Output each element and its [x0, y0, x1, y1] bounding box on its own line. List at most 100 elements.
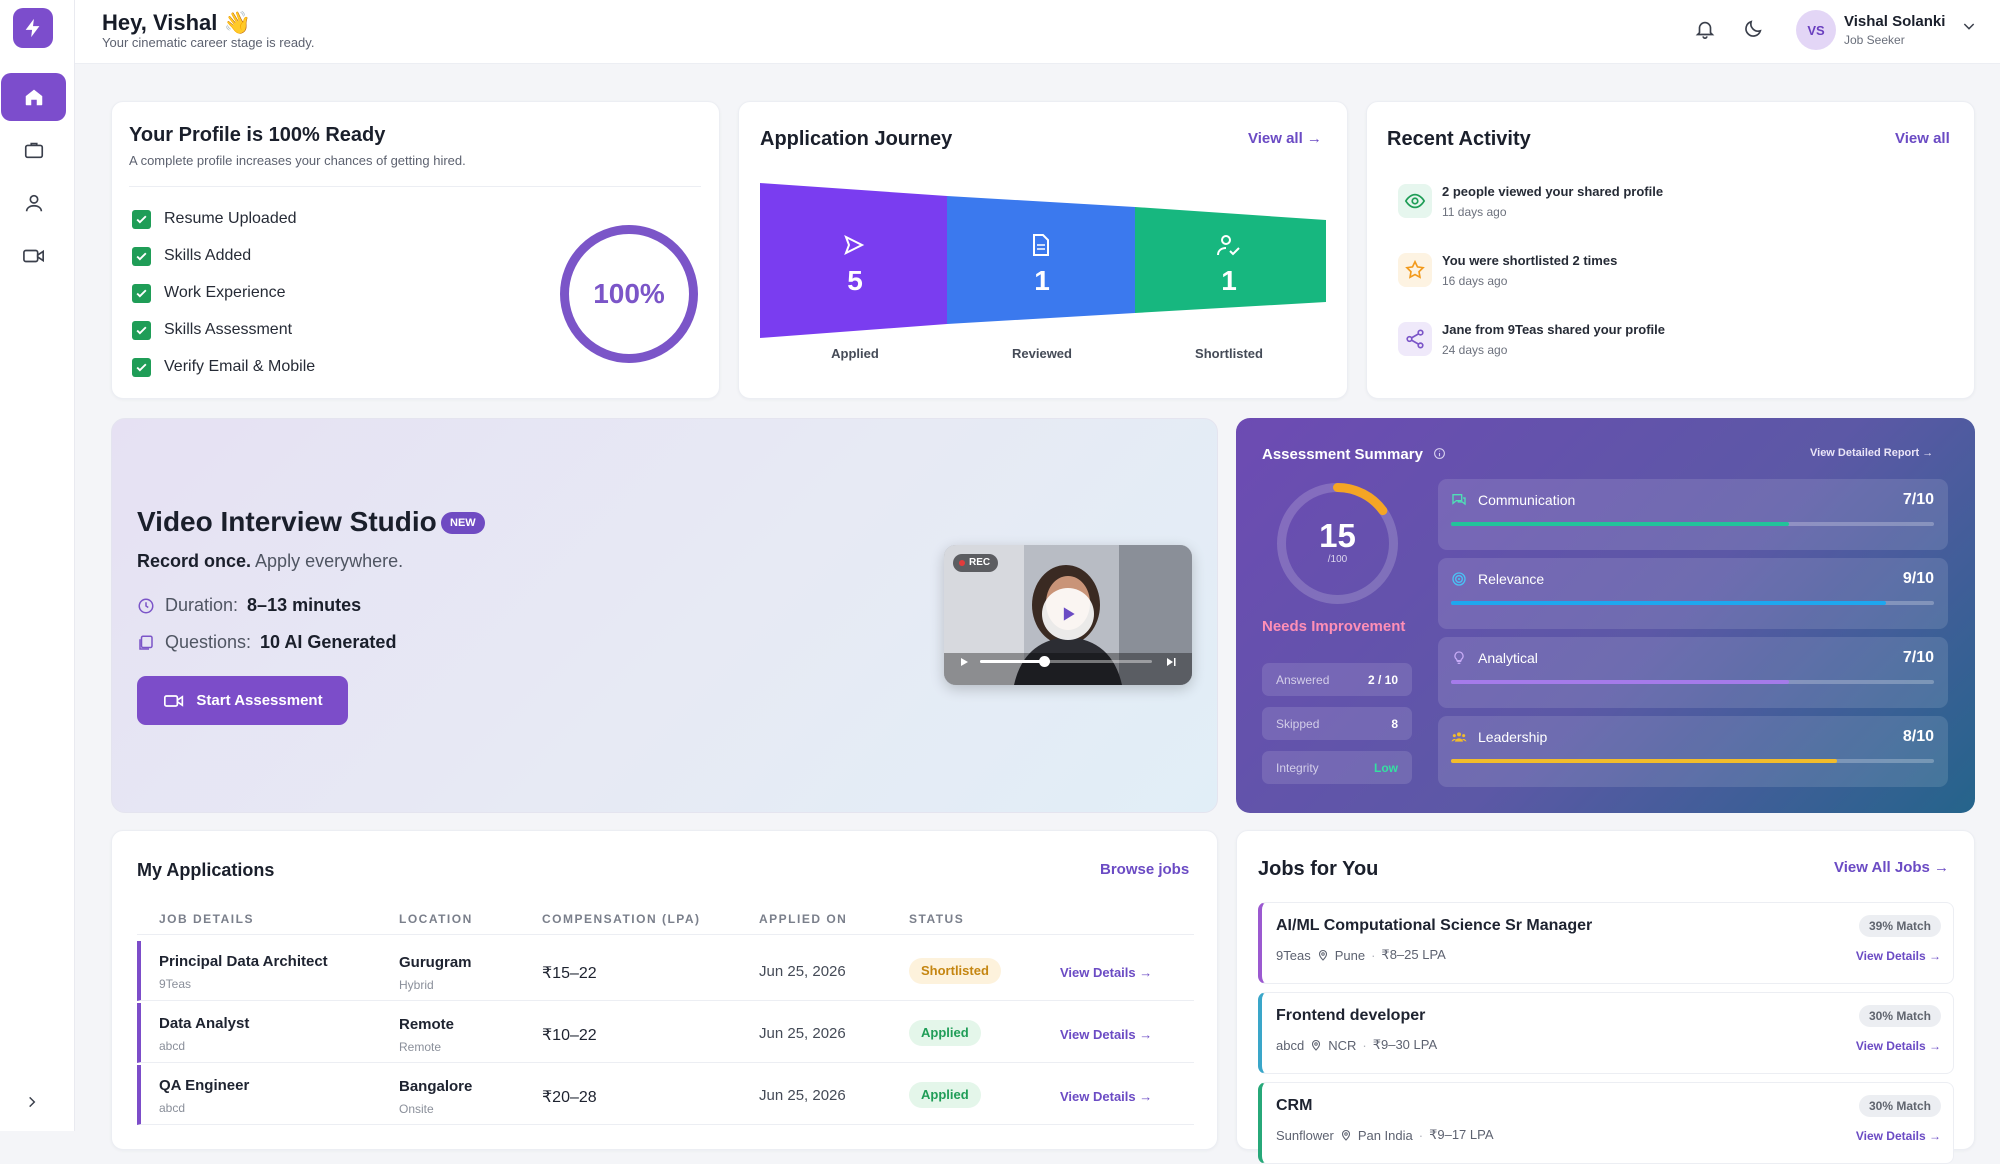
stat-answered: Answered 2 / 10 [1262, 663, 1412, 696]
eye-icon [1398, 184, 1432, 218]
separator-dot: · [1371, 947, 1376, 963]
play-icon [1063, 607, 1075, 621]
skill-leadership: Leadership 8/10 [1438, 716, 1948, 787]
video-progress-bar[interactable] [980, 656, 1152, 667]
theme-toggle-button[interactable] [1740, 16, 1766, 42]
nav-video[interactable] [1, 232, 66, 280]
job-meta: 9Teas Pune · ₹8–25 LPA [1276, 947, 1446, 963]
nav-jobs[interactable] [1, 126, 66, 174]
job-role[interactable]: Principal Data Architect [159, 953, 328, 970]
info-icon[interactable] [1433, 447, 1446, 460]
stat-label: Skipped [1276, 716, 1320, 731]
play-button[interactable] [1042, 588, 1094, 640]
job-company: 9Teas [1276, 947, 1311, 963]
location-value: Remote [399, 1016, 455, 1033]
checkbox-checked-icon [132, 246, 151, 266]
view-details-link[interactable]: View Details → [1856, 1129, 1941, 1143]
assessment-title-text: Assessment Summary [1262, 446, 1423, 463]
questions-icon [139, 635, 153, 650]
applied-label: Applied [831, 346, 879, 361]
stat-value: 8 [1391, 716, 1398, 731]
job-title[interactable]: CRM [1276, 1097, 1312, 1115]
compensation: ₹15–22 [542, 965, 597, 982]
questions-label: Questions: [165, 632, 252, 652]
activity-item-title: 2 people viewed your shared profile [1442, 184, 1664, 199]
skill-score: 7/10 [1902, 491, 1934, 508]
play-small-icon[interactable] [958, 656, 970, 668]
notifications-button[interactable] [1692, 16, 1718, 42]
greeting-subtitle: Your cinematic career stage is ready. [102, 35, 315, 50]
stat-value: 2 / 10 [1367, 672, 1398, 687]
checklist-label: Skills Added [164, 247, 252, 264]
job-company: abcd [159, 1101, 186, 1115]
user-menu-toggle[interactable] [1961, 18, 1977, 39]
journey-view-all-link[interactable]: View all → [1248, 130, 1322, 147]
checklist-label: Work Experience [164, 284, 286, 301]
rec-dot [959, 560, 965, 566]
view-details-link[interactable]: View Details → [1060, 1089, 1152, 1104]
job-card[interactable]: CRM Sunflower Pan India · ₹9–17 LPA 30% Match… [1258, 1082, 1954, 1164]
col-compensation: COMPENSATION (LPA) [542, 912, 701, 926]
activity-item-time: 24 days ago [1442, 343, 1508, 357]
job-meta: Sunflower Pan India · ₹9–17 LPA [1276, 1127, 1494, 1143]
location-pin-icon [1318, 949, 1327, 961]
view-details-link[interactable]: View Details → [1856, 1039, 1941, 1053]
job-role[interactable]: Data Analyst [159, 1015, 249, 1032]
video-camera-icon [164, 694, 184, 707]
status-badge: Shortlisted [909, 958, 1001, 984]
skill-analytical: Analytical 7/10 [1438, 637, 1948, 708]
new-badge: NEW [441, 512, 485, 534]
start-assessment-button[interactable]: Start Assessment [137, 676, 348, 725]
reviewed-label: Reviewed [1012, 346, 1072, 361]
job-title[interactable]: Frontend developer [1276, 1007, 1425, 1025]
job-title[interactable]: AI/ML Computational Science Sr Manager [1276, 917, 1592, 935]
video-preview[interactable]: REC [944, 545, 1192, 685]
job-company: abcd [159, 1039, 186, 1053]
nav-home[interactable] [1, 73, 66, 121]
view-all-jobs-link[interactable]: View All Jobs → [1834, 859, 1949, 876]
activity-view-all-link[interactable]: View all [1895, 130, 1950, 147]
location-value: Bangalore [399, 1078, 473, 1095]
reviewed-count: 1 [1034, 265, 1050, 296]
questions-row: Questions: 10 AI Generated [137, 632, 396, 653]
job-card[interactable]: Frontend developer abcd NCR · ₹9–30 LPA 30% M… [1258, 992, 1954, 1074]
work-mode: Onsite [399, 1102, 434, 1116]
applied-count: 5 [847, 265, 863, 296]
applied-date: Jun 25, 2026 [759, 1087, 846, 1104]
chevron-right-icon [29, 1096, 36, 1108]
stat-integrity: Integrity Low [1262, 751, 1412, 784]
chat-icon [1452, 494, 1466, 506]
star-icon [1398, 253, 1432, 287]
skip-forward-icon[interactable] [1165, 656, 1177, 668]
job-company: Sunflower [1276, 1127, 1334, 1143]
job-location: Remote [399, 1016, 454, 1033]
compensation: ₹10–22 [542, 1027, 597, 1044]
greeting: Hey, Vishal 👋 [102, 10, 251, 35]
user-role: Job Seeker [1844, 33, 1905, 47]
checkbox-checked-icon [132, 320, 151, 340]
view-details-link[interactable]: View Details → [1856, 949, 1941, 963]
skill-name: Relevance [1478, 571, 1545, 587]
skill-name: Analytical [1478, 650, 1538, 666]
col-status: STATUS [909, 912, 965, 926]
row-frame [137, 1065, 1194, 1125]
checklist-item: Work Experience [132, 282, 286, 304]
view-detailed-report-link[interactable]: View Detailed Report → [1810, 447, 1933, 459]
job-company: abcd [1276, 1037, 1305, 1053]
avatar[interactable]: VS [1796, 10, 1836, 50]
questions-value: 10 AI Generated [260, 632, 397, 652]
share-icon [1398, 322, 1432, 356]
app-logo[interactable] [13, 8, 53, 48]
top-bar: Hey, Vishal 👋 Your cinematic career stag… [75, 0, 2000, 64]
match-badge: 30% Match [1858, 1095, 1941, 1117]
job-card[interactable]: AI/ML Computational Science Sr Manager 9T… [1258, 902, 1954, 984]
expand-sidebar-button[interactable] [20, 1090, 44, 1114]
job-role[interactable]: QA Engineer [159, 1077, 249, 1094]
assessment-title: Assessment Summary [1262, 446, 1446, 463]
video-progress-fill [980, 656, 1051, 667]
nav-profile[interactable] [1, 179, 66, 227]
view-details-link[interactable]: View Details → [1060, 1027, 1152, 1042]
browse-jobs-link[interactable]: Browse jobs [1100, 861, 1189, 878]
checklist-label: Skills Assessment [164, 321, 293, 338]
view-details-link[interactable]: View Details → [1060, 965, 1152, 980]
